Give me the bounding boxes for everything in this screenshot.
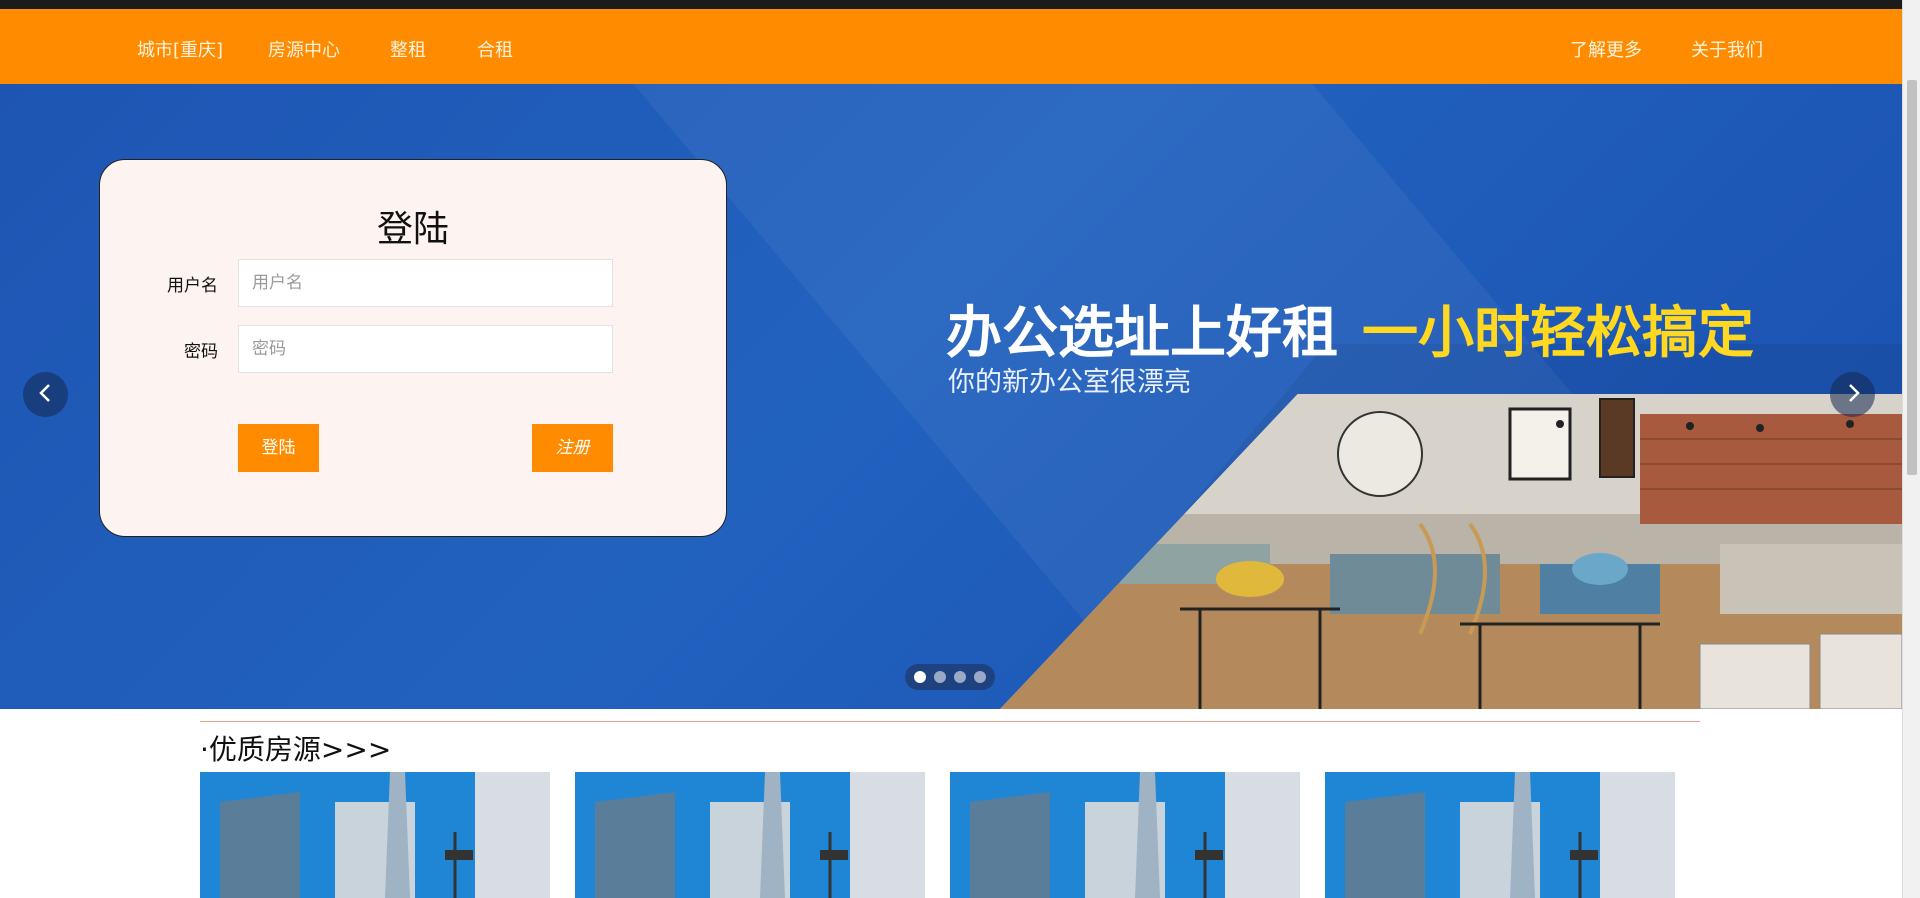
listing-card[interactable] [200, 772, 550, 898]
browser-top-strip [0, 0, 1902, 9]
password-label: 密码 [184, 342, 218, 362]
carousel-dot[interactable] [954, 671, 966, 683]
carousel-indicators [905, 664, 995, 690]
listing-photo [200, 772, 550, 898]
carousel-dot[interactable] [934, 671, 946, 683]
username-label: 用户名 [167, 276, 218, 296]
section-title: ·优质房源>>> [200, 733, 392, 766]
carousel-next-button[interactable] [1830, 372, 1875, 417]
page-scrollbar[interactable] [1902, 0, 1920, 898]
carousel-dot[interactable] [914, 671, 926, 683]
login-button[interactable]: 登陆 [238, 424, 319, 472]
nav-about-us[interactable]: 关于我们 [1691, 36, 1763, 62]
password-input[interactable] [238, 325, 613, 373]
chevron-right-icon [1845, 383, 1861, 407]
listing-photo [575, 772, 925, 898]
nav-shared-rent[interactable]: 合租 [477, 36, 513, 62]
top-nav: 城市[重庆] 房源中心 整租 合租 了解更多 关于我们 [0, 9, 1902, 84]
listing-photo [950, 772, 1300, 898]
scrollbar-thumb[interactable] [1907, 80, 1917, 475]
carousel-prev-button[interactable] [23, 372, 68, 417]
nav-listing-center[interactable]: 房源中心 [268, 36, 340, 62]
listing-card[interactable] [950, 772, 1300, 898]
listing-card[interactable] [1325, 772, 1675, 898]
carousel-dot[interactable] [974, 671, 986, 683]
section-divider [200, 721, 1700, 722]
listing-card[interactable] [575, 772, 925, 898]
nav-whole-rent[interactable]: 整租 [390, 36, 426, 62]
banner-headline-main: 办公选址上好租 [946, 301, 1338, 366]
nav-learn-more[interactable]: 了解更多 [1570, 36, 1642, 62]
nav-city-selector[interactable]: 城市[重庆] [137, 36, 223, 62]
banner-headline: 办公选址上好租 一小时轻松搞定 [946, 288, 1754, 369]
banner-subline: 你的新办公室很漂亮 [948, 367, 1191, 398]
register-button[interactable]: 注册 [532, 424, 613, 472]
banner-headline-accent: 一小时轻松搞定 [1362, 301, 1754, 366]
username-input[interactable] [238, 259, 613, 307]
login-title: 登陆 [376, 209, 449, 250]
listing-photo [1325, 772, 1675, 898]
login-panel: 登陆 用户名 密码 登陆 注册 [99, 159, 727, 537]
hero-carousel: 办公选址上好租 一小时轻松搞定 你的新办公室很漂亮 登陆 用户名 用户名 密码 … [0, 84, 1902, 709]
chevron-left-icon [38, 383, 54, 407]
